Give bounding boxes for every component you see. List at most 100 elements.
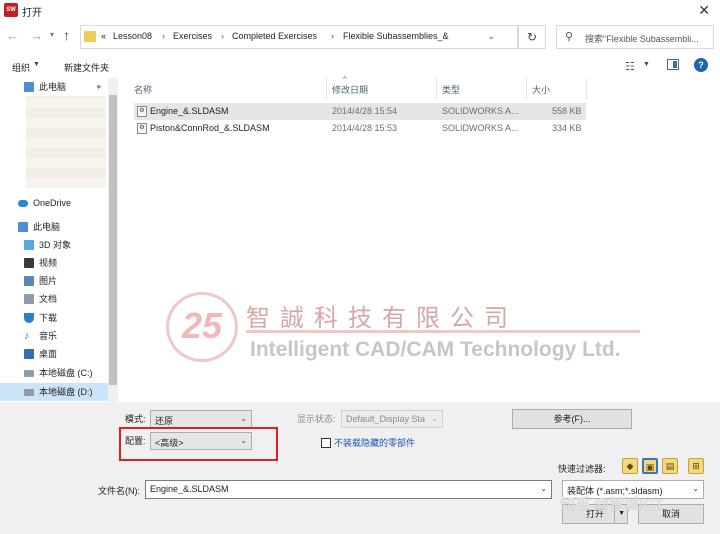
- sidebar-item-drive-c[interactable]: 本地磁盘 (C:): [0, 364, 108, 382]
- preview-pane-icon[interactable]: [667, 59, 679, 70]
- sidebar-item-downloads[interactable]: 下载: [0, 309, 108, 327]
- watermark-company-english: Intelligent CAD/CAM Technology Ltd.: [250, 338, 621, 361]
- watermark-logo: 25: [166, 292, 238, 362]
- reference-button[interactable]: 参考(F)...: [512, 409, 632, 429]
- chevron-down-icon: ⌄: [240, 414, 247, 423]
- mode-select[interactable]: 还原 ⌄: [150, 410, 252, 428]
- picture-icon: [24, 276, 34, 286]
- new-folder-button[interactable]: 新建文件夹: [64, 61, 109, 74]
- sidebar-item-label: 本地磁盘 (C:): [39, 368, 93, 378]
- breadcrumb-exercises[interactable]: Exercises: [173, 31, 212, 41]
- drive-icon: [24, 389, 34, 396]
- file-row-piston-connrod[interactable]: ⚙ Piston&ConnRod_&.SLDASM 2014/4/28 15:5…: [134, 120, 586, 137]
- quick-filter-label: 快速过滤器:: [558, 464, 606, 474]
- organize-button[interactable]: 组织: [12, 61, 30, 74]
- close-button[interactable]: ✕: [698, 2, 710, 19]
- music-icon: ♪: [24, 330, 30, 342]
- sidebar-item-label: 图片: [39, 276, 58, 286]
- solidworks-assembly-icon: ⚙: [137, 123, 147, 134]
- column-header-size[interactable]: 大小: [532, 83, 550, 96]
- filter-parts-icon[interactable]: ◆: [622, 458, 638, 474]
- sidebar-item-3d-objects[interactable]: 3D 对象: [0, 236, 108, 254]
- search-box[interactable]: ⚲ 搜索"Flexible Subassembli...: [556, 25, 714, 49]
- navigation-bar: ← → ▾ ↑ « Lesson08 › Exercises › Complet…: [0, 22, 720, 52]
- chevron-down-icon[interactable]: ▼: [643, 61, 650, 68]
- computer-icon: [24, 82, 34, 92]
- document-icon: [24, 294, 34, 304]
- sidebar-item-label: 此电脑: [39, 82, 67, 92]
- display-state-label: 显示状态:: [297, 414, 336, 424]
- window-title: 打开: [22, 8, 42, 19]
- sidebar-item-this-pc-top[interactable]: 此电脑 ✦: [0, 78, 108, 96]
- sidebar-item-this-pc[interactable]: 此电脑: [0, 218, 108, 236]
- chevron-down-icon[interactable]: ▼: [33, 61, 40, 68]
- chevron-down-icon[interactable]: ▾: [50, 30, 54, 39]
- breadcrumb-flexible-subassemblies[interactable]: Flexible Subassemblies_&: [343, 31, 449, 41]
- column-header-date[interactable]: 修改日期: [332, 83, 368, 96]
- forward-arrow-icon[interactable]: →: [30, 28, 43, 43]
- file-date: 2014/4/28 15:54: [332, 106, 398, 116]
- chevron-down-icon[interactable]: ⌄: [487, 31, 495, 42]
- chevron-down-icon: ⌄: [431, 414, 438, 423]
- sidebar-item-onedrive[interactable]: OneDrive: [0, 194, 108, 212]
- config-label: 配置:: [125, 436, 146, 446]
- file-size: 558 KB: [552, 106, 582, 116]
- video-icon: [24, 258, 34, 268]
- sidebar-item-label: OneDrive: [33, 198, 72, 208]
- filename-label: 文件名(N):: [98, 486, 140, 496]
- filter-drawings-icon[interactable]: ▤: [662, 458, 678, 474]
- display-state-select[interactable]: Default_Display Sta ⌄: [341, 410, 443, 428]
- config-select[interactable]: <高级> ⌄: [150, 432, 252, 450]
- sidebar-item-documents[interactable]: 文档: [0, 290, 108, 308]
- filter-top-level-icon[interactable]: ⊞: [688, 458, 704, 474]
- breadcrumb-separator-icon: ›: [221, 31, 224, 41]
- column-divider[interactable]: [526, 78, 527, 100]
- column-divider[interactable]: [436, 78, 437, 100]
- back-arrow-icon[interactable]: ←: [6, 28, 19, 43]
- sidebar-scrollbar-thumb[interactable]: [109, 95, 117, 385]
- sidebar-item-videos[interactable]: 视频: [0, 254, 108, 272]
- sidebar-item-pictures[interactable]: 图片: [0, 272, 108, 290]
- sidebar-item-label: 视频: [39, 258, 58, 268]
- watermark-company-chinese: 智誠科技有限公司: [246, 304, 518, 332]
- column-header-type[interactable]: 类型: [442, 83, 460, 96]
- sidebar-item-label: 3D 对象: [39, 240, 72, 250]
- sidebar-item-drive-d[interactable]: 本地磁盘 (D:): [0, 383, 108, 401]
- column-divider[interactable]: [326, 78, 327, 100]
- config-value: <高级>: [155, 438, 184, 448]
- file-type: SOLIDWORKS A...: [442, 106, 519, 116]
- search-input[interactable]: 搜索"Flexible Subassembli...: [585, 32, 711, 45]
- mode-value: 还原: [155, 416, 174, 426]
- pixelated-region: [26, 96, 106, 188]
- hide-components-label[interactable]: 不装载隐藏的零部件: [334, 436, 415, 449]
- sidebar-item-desktop[interactable]: 桌面: [0, 345, 108, 363]
- sidebar-item-label: 文档: [39, 294, 58, 304]
- breadcrumb-overflow[interactable]: «: [101, 31, 106, 41]
- cube-icon: [24, 240, 34, 250]
- address-bar[interactable]: « Lesson08 › Exercises › Completed Exerc…: [80, 25, 518, 49]
- file-name: Engine_&.SLDASM: [150, 106, 229, 116]
- help-icon[interactable]: ?: [694, 58, 708, 72]
- column-header-name[interactable]: 名称: [134, 83, 152, 96]
- filter-assemblies-icon[interactable]: ▣: [642, 458, 658, 474]
- refresh-button[interactable]: ↻: [518, 25, 546, 49]
- search-icon: ⚲: [565, 31, 574, 43]
- sidebar-item-label: 此电脑: [33, 222, 61, 232]
- breadcrumb-lesson08[interactable]: Lesson08: [113, 31, 152, 41]
- solidworks-assembly-icon: ⚙: [137, 106, 147, 117]
- up-arrow-icon[interactable]: ↑: [63, 27, 70, 43]
- download-icon: [24, 313, 34, 323]
- sidebar-item-music[interactable]: ♪ 音乐: [0, 327, 108, 345]
- view-options-icon[interactable]: ☷: [625, 60, 635, 73]
- drive-icon: [24, 370, 34, 377]
- column-divider[interactable]: [586, 78, 587, 100]
- file-row-engine[interactable]: ⚙ Engine_&.SLDASM 2014/4/28 15:54 SOLIDW…: [134, 103, 586, 120]
- hide-components-checkbox[interactable]: [321, 438, 331, 448]
- chevron-down-icon[interactable]: ⌄: [540, 484, 547, 493]
- pin-icon[interactable]: ✦: [95, 78, 103, 96]
- solidworks-app-icon: SW: [4, 3, 18, 17]
- breadcrumb-completed-exercises[interactable]: Completed Exercises: [232, 31, 317, 41]
- cloud-icon: [18, 200, 28, 207]
- toolbar: 组织 ▼ 新建文件夹 ☷ ▼ ?: [0, 56, 720, 78]
- filename-input[interactable]: Engine_&.SLDASM ⌄: [145, 480, 552, 499]
